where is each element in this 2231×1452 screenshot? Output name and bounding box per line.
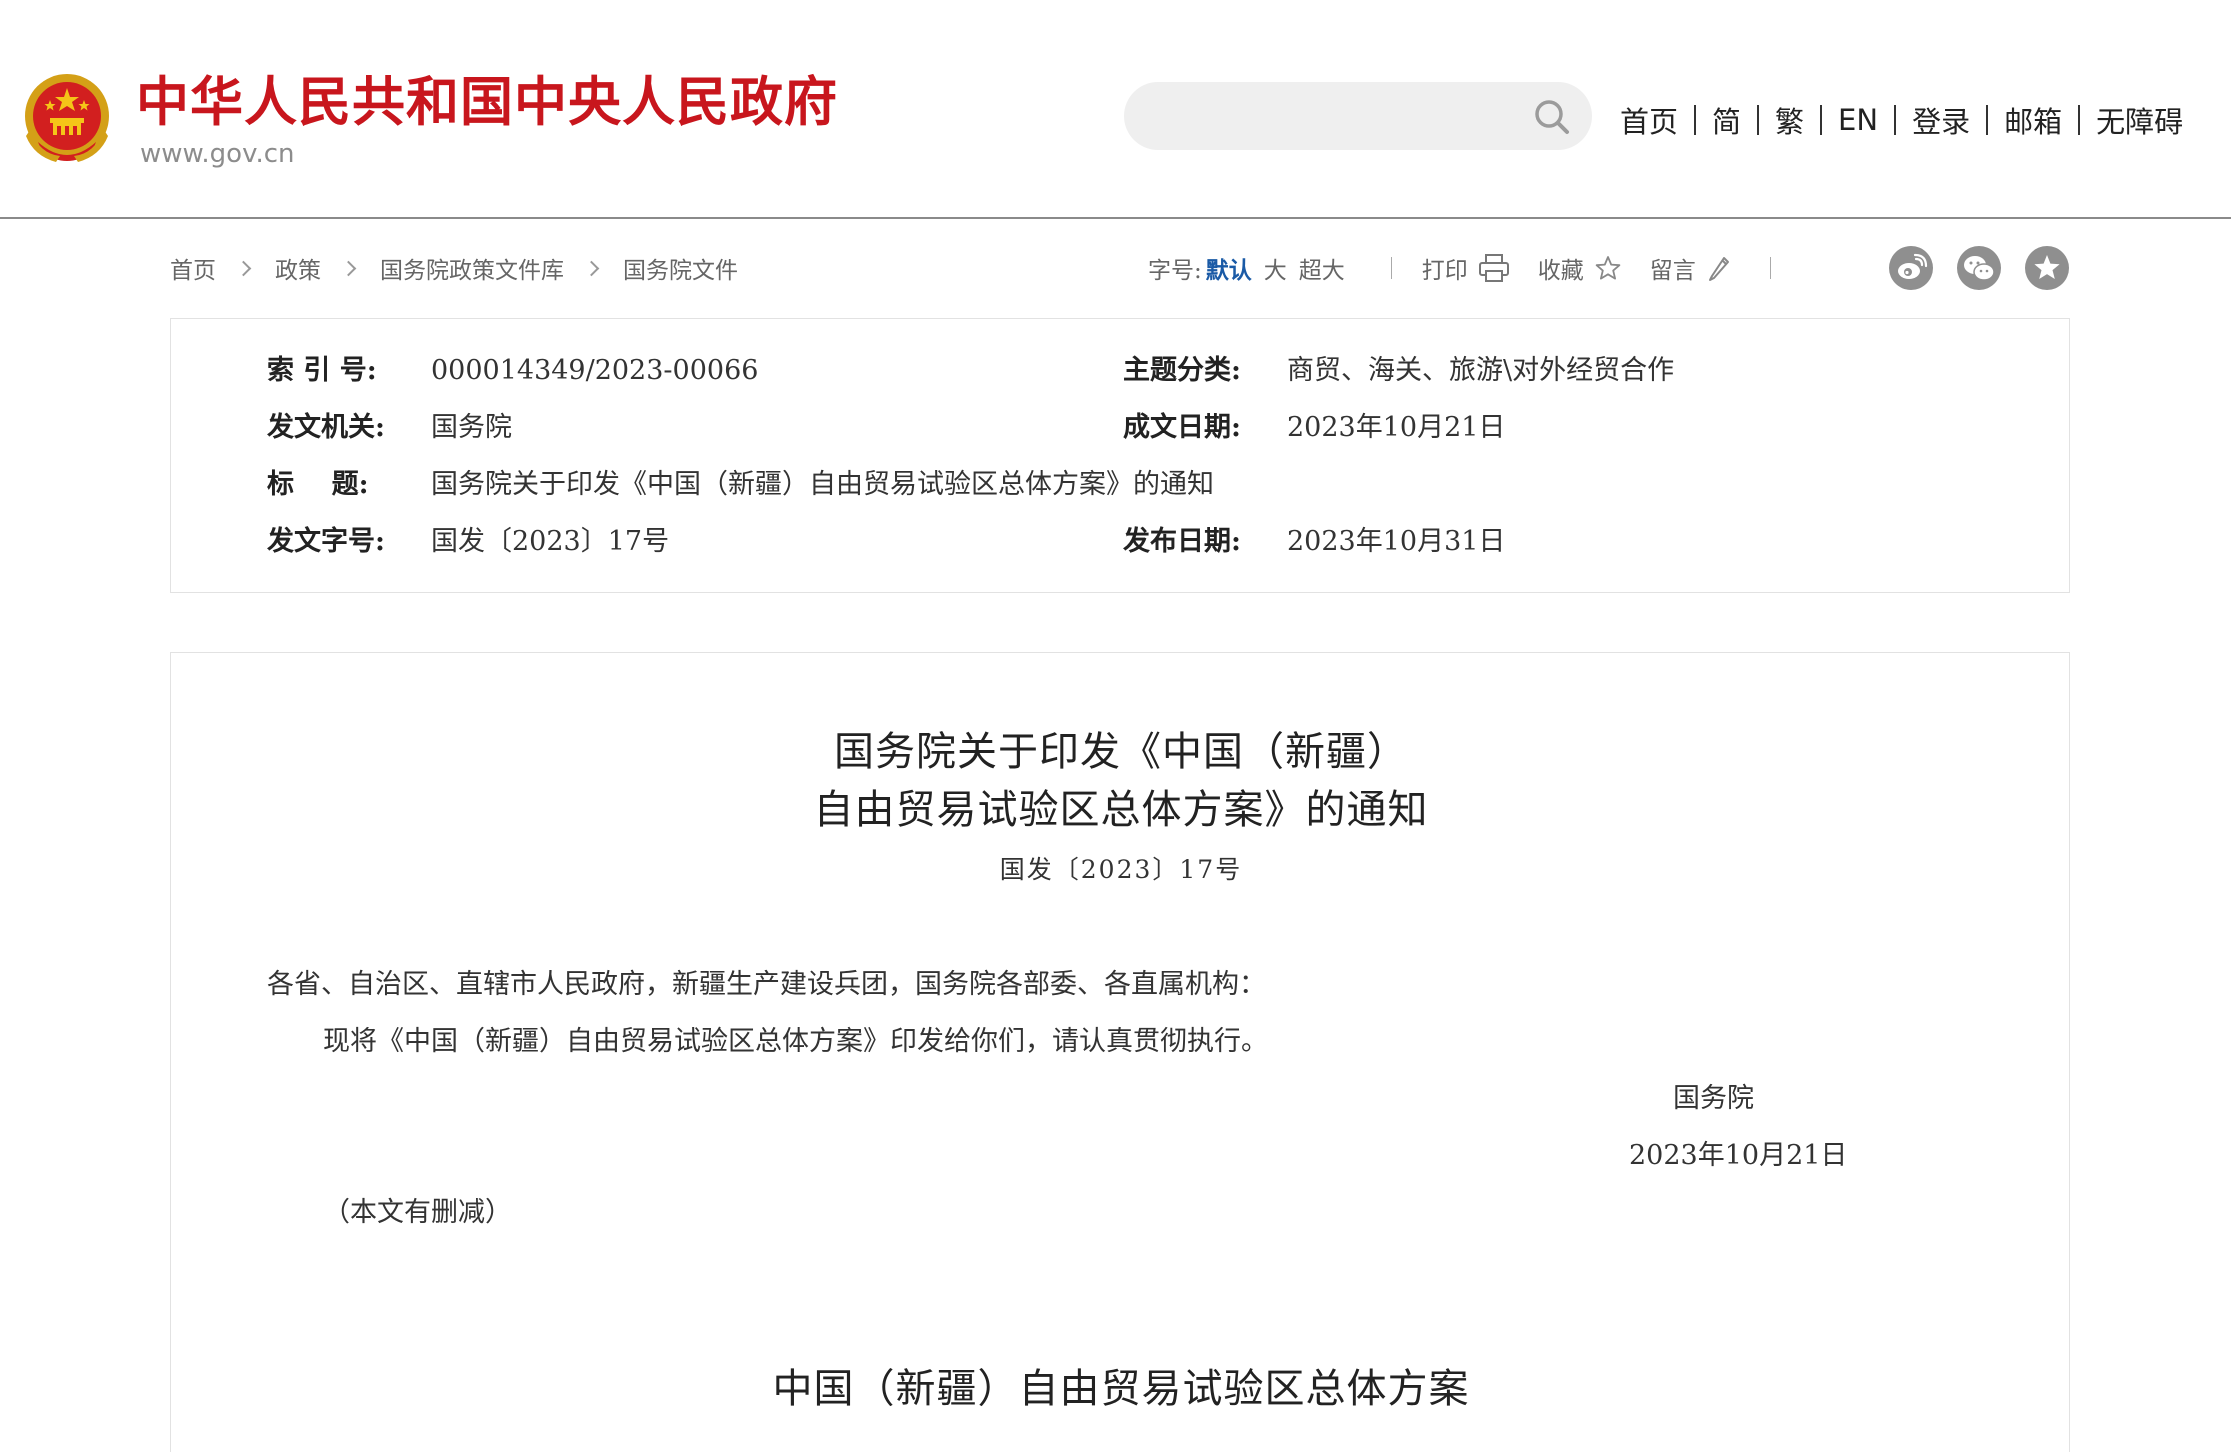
section-heading: 中国（新疆）自由贸易试验区总体方案 <box>772 1366 1470 1412</box>
nav-home-link[interactable]: 首页 <box>1620 99 1678 141</box>
pencil-icon <box>1708 257 1729 281</box>
info-label: 索 引 号: <box>267 355 377 386</box>
search-icon[interactable] <box>1532 97 1572 137</box>
info-value: 000014349/2023-00066 <box>431 355 759 386</box>
article-signature: 国务院 <box>1673 1083 1754 1114</box>
article-title-line: 自由贸易试验区总体方案》的通知 <box>813 787 1429 833</box>
search-input[interactable] <box>1154 96 1514 136</box>
article-title-line: 国务院关于印发《中国（新疆） <box>834 729 1408 775</box>
breadcrumb-policy-library[interactable]: 国务院政策文件库 <box>380 251 564 285</box>
national-emblem-icon[interactable] <box>20 70 114 168</box>
site-title[interactable]: 中华人民共和国中央人民政府 <box>136 70 838 136</box>
breadcrumb-state-council-docs[interactable]: 国务院文件 <box>623 251 738 285</box>
nav-simplified-link[interactable]: 简 <box>1712 99 1741 141</box>
nav-accessibility-link[interactable]: 无障碍 <box>2096 99 2183 141</box>
nav-divider <box>1694 105 1697 135</box>
print-button[interactable]: 打印 <box>1422 251 1510 285</box>
nav-mail-link[interactable]: 邮箱 <box>2004 99 2062 141</box>
search-box <box>1124 82 1592 150</box>
wechat-share-button[interactable] <box>1957 246 2001 290</box>
info-label: 发文字号: <box>267 526 385 557</box>
info-value: 国务院关于印发《中国（新疆）自由贸易试验区总体方案》的通知 <box>431 469 1214 500</box>
article-paragraph: 现将《中国（新疆）自由贸易试验区总体方案》印发给你们，请认真贯彻执行。 <box>323 1026 1268 1057</box>
chevron-right-icon <box>583 260 600 276</box>
info-value: 国发〔2023〕17号 <box>431 526 670 557</box>
nav-divider <box>2078 105 2081 135</box>
breadcrumb: 首页 政策 国务院政策文件库 国务院文件 <box>170 250 738 286</box>
favorite-share-button[interactable] <box>2025 246 2069 290</box>
info-value: 国务院 <box>431 412 512 443</box>
nav-english-link[interactable]: EN <box>1838 103 1878 137</box>
top-nav: 首页 简 繁 EN 登录 邮箱 无障碍 <box>1620 96 2183 144</box>
font-size-xlarge-option[interactable]: 超大 <box>1299 251 1345 285</box>
star-icon <box>2034 255 2060 279</box>
article-toolbar: 字号: 默认 大 超大 打印 收藏 留言 <box>1148 248 1771 288</box>
favorite-label: 收藏 <box>1537 258 1584 284</box>
chevron-right-icon <box>235 260 252 276</box>
site-url: www.gov.cn <box>140 139 295 169</box>
comment-button[interactable]: 留言 <box>1650 251 1732 285</box>
nav-divider <box>1986 105 1989 135</box>
star-outline-icon <box>1595 256 1621 280</box>
breadcrumb-home[interactable]: 首页 <box>170 251 216 285</box>
article-note: （本文有删减） <box>323 1197 512 1228</box>
toolbar-divider <box>1390 257 1392 279</box>
article-title: 国务院关于印发《中国（新疆） 自由贸易试验区总体方案》的通知 <box>171 723 2071 839</box>
document-info-box: 索 引 号: 000014349/2023-00066 发文机关: 国务院 标 … <box>170 318 2070 593</box>
wechat-icon <box>1964 256 1995 281</box>
printer-icon <box>1478 254 1509 282</box>
site-header: 中华人民共和国中央人民政府 www.gov.cn 首页 简 繁 EN 登录 邮箱… <box>0 0 2231 219</box>
info-label: 标 题: <box>267 469 369 500</box>
weibo-share-button[interactable] <box>1889 246 1933 290</box>
info-value: 2023年10月21日 <box>1287 412 1506 443</box>
nav-divider <box>1757 105 1760 135</box>
breadcrumb-policy[interactable]: 政策 <box>275 251 321 285</box>
info-label: 发文机关: <box>267 412 385 443</box>
article-salutation: 各省、自治区、直辖市人民政府，新疆生产建设兵团，国务院各部委、各直属机构： <box>267 969 1266 1000</box>
article-doc-number: 国发〔2023〕17号 <box>999 855 1243 884</box>
article-sign-date: 2023年10月21日 <box>1629 1140 1848 1171</box>
nav-divider <box>1820 105 1823 135</box>
nav-login-link[interactable]: 登录 <box>1912 99 1970 141</box>
print-label: 打印 <box>1421 258 1468 284</box>
info-value: 2023年10月31日 <box>1287 526 1506 557</box>
favorite-button[interactable]: 收藏 <box>1538 251 1622 285</box>
article-body: 国务院关于印发《中国（新疆） 自由贸易试验区总体方案》的通知 国发〔2023〕1… <box>170 652 2070 1452</box>
font-size-label: 字号: <box>1148 258 1202 284</box>
chevron-right-icon <box>340 260 357 276</box>
info-label: 发布日期: <box>1123 526 1241 557</box>
info-label: 主题分类: <box>1123 355 1241 386</box>
nav-traditional-link[interactable]: 繁 <box>1775 99 1804 141</box>
info-value: 商贸、海关、旅游\对外经贸合作 <box>1287 355 1675 386</box>
info-label: 成文日期: <box>1123 412 1241 443</box>
nav-divider <box>1894 105 1897 135</box>
weibo-icon <box>1898 253 1928 279</box>
font-size-large-option[interactable]: 大 <box>1264 251 1287 285</box>
font-size-default-option[interactable]: 默认 <box>1206 251 1252 285</box>
toolbar-divider <box>1769 257 1771 279</box>
comment-label: 留言 <box>1649 258 1696 284</box>
